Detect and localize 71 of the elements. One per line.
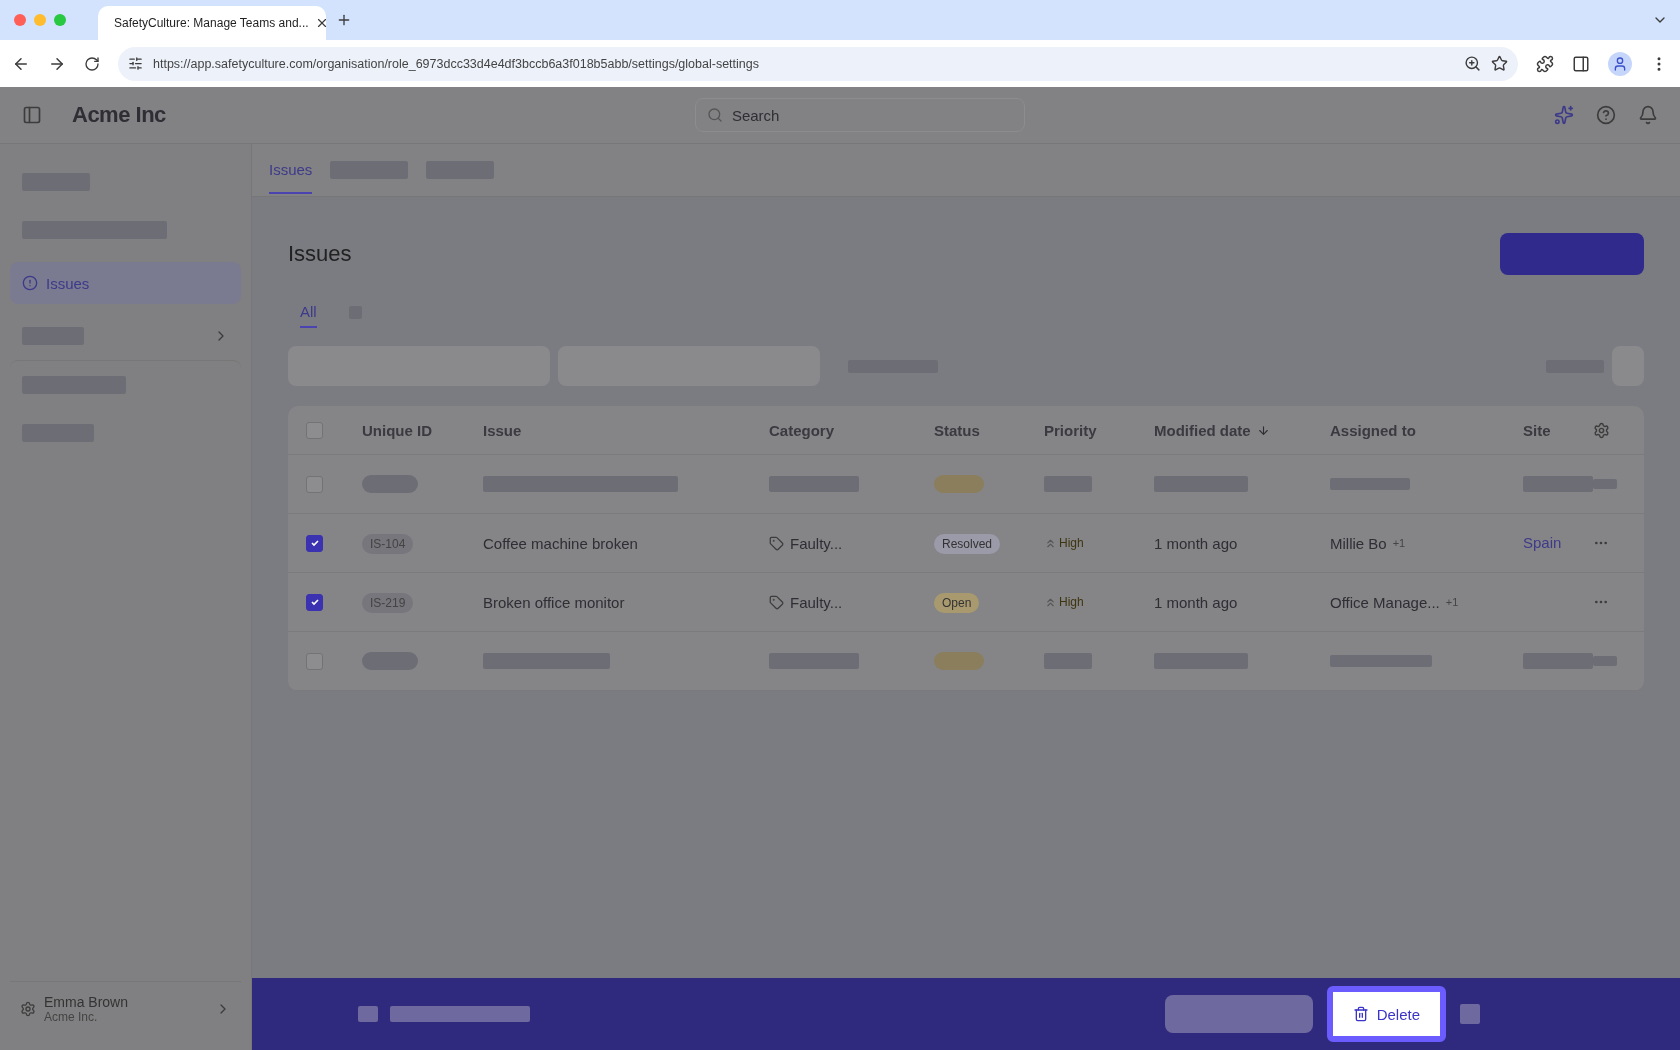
checkbox[interactable] <box>306 475 323 493</box>
logo: Acme Inc <box>72 102 166 128</box>
sidebar-toggle-icon[interactable] <box>22 105 42 125</box>
address-bar[interactable]: https://app.safetyculture.com/organisation/role_6973dcc33d4e4df3bccb6a3f018b5abb/settings/global-settings <box>118 46 1518 81</box>
id-badge: IS-219 <box>362 593 414 613</box>
placeholder-pill <box>362 652 418 670</box>
site-link[interactable]: Spain <box>1523 534 1562 551</box>
column-header: Priority <box>1044 421 1098 439</box>
page-title: Issues <box>288 241 352 267</box>
checkbox[interactable] <box>306 593 323 611</box>
select-all-checkbox[interactable] <box>306 421 323 439</box>
placeholder-pill <box>934 475 984 493</box>
column-header: Category <box>769 421 836 439</box>
user-name: Emma Brown <box>44 994 130 1010</box>
bell-icon[interactable] <box>1638 105 1658 125</box>
new-tab-icon[interactable] <box>336 12 352 28</box>
organization-name: Acme Inc. <box>44 1010 99 1024</box>
profile-avatar[interactable] <box>1608 51 1632 76</box>
table-cell: Millie Bo <box>1330 534 1387 552</box>
trash-icon <box>1352 1006 1369 1022</box>
bookmark-star-icon[interactable] <box>1491 55 1508 72</box>
table-cell: Faulty... <box>790 534 843 552</box>
help-icon[interactable] <box>1596 105 1616 125</box>
placeholder-pill <box>362 475 418 493</box>
select-checkbox[interactable] <box>358 1006 378 1022</box>
check-icon <box>309 597 320 607</box>
table-cell: Faulty... <box>790 593 843 611</box>
table-cell-text: 1 month ago <box>1154 534 1239 552</box>
column-header: Unique ID <box>362 421 433 439</box>
maximize-window-button[interactable] <box>54 14 66 26</box>
column-header: Issue <box>483 421 523 439</box>
alert-icon <box>22 275 38 291</box>
sort-arrow-icon <box>1256 423 1270 437</box>
placeholder-bar <box>1044 476 1092 492</box>
zoom-icon[interactable] <box>1464 55 1481 72</box>
extra-count: +1 <box>1445 596 1459 608</box>
column-header: Assigned to <box>1330 421 1417 439</box>
priority-label: High <box>1059 536 1084 550</box>
priority-label: High <box>1059 595 1084 609</box>
placeholder-pill <box>934 652 984 670</box>
tab[interactable]: All <box>300 297 317 328</box>
checkbox[interactable] <box>306 534 323 552</box>
search-icon <box>706 107 723 123</box>
tag-icon <box>769 535 784 551</box>
extensions-icon[interactable] <box>1536 54 1554 73</box>
column-header: Site <box>1523 421 1552 439</box>
close-window-button[interactable] <box>14 14 26 26</box>
check-icon <box>309 538 320 548</box>
checkbox[interactable] <box>306 652 323 670</box>
id-badge: IS-104 <box>362 534 414 554</box>
reload-icon[interactable] <box>84 55 100 72</box>
table-cell-text: Broken office monitor <box>483 593 626 611</box>
tag-icon <box>769 594 784 610</box>
sparkle-icon[interactable] <box>1554 105 1574 125</box>
placeholder-bar <box>1044 653 1092 669</box>
tab[interactable]: Issues <box>269 146 313 194</box>
status-badge: Resolved <box>934 534 1001 554</box>
table-cell-text: Coffee machine broken <box>483 534 639 552</box>
search-field[interactable]: Search <box>694 98 1025 132</box>
gear-icon <box>20 1001 36 1017</box>
status-badge: Open <box>934 593 980 613</box>
side-panel-icon[interactable] <box>1572 54 1590 73</box>
site-settings-icon[interactable] <box>128 56 143 71</box>
sidebar-item[interactable]: Issues <box>10 262 241 304</box>
delete-button[interactable]: Delete <box>1326 986 1446 1042</box>
browser-tab[interactable]: SafetyCulture: Manage Teams and... <box>98 6 326 40</box>
column-header: Status <box>934 421 981 439</box>
column-header: Modified date <box>1154 421 1251 439</box>
table-cell-text: 1 month ago <box>1154 593 1239 611</box>
extra-count: +1 <box>1392 537 1406 549</box>
table-cell: Office Manage... <box>1330 593 1440 611</box>
